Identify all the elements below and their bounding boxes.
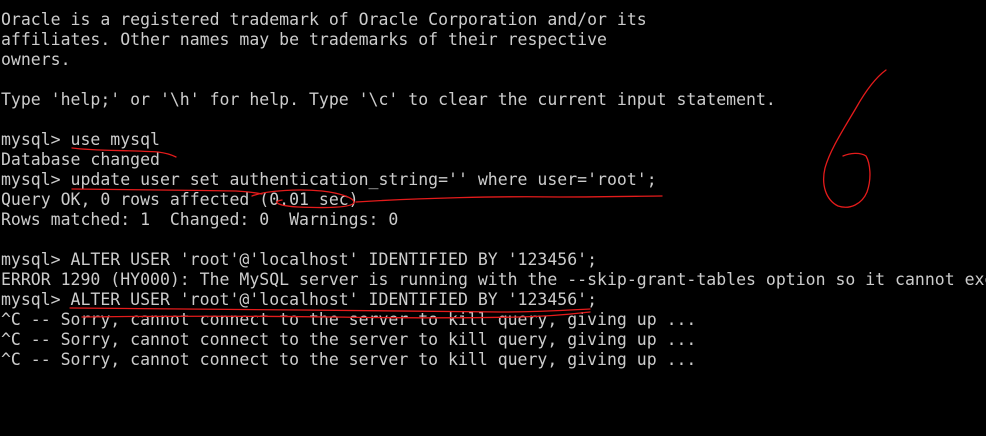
underline-query-ok-tail xyxy=(355,195,663,203)
terminal-line: Type 'help;' or '\h' for help. Type '\c'… xyxy=(1,90,776,109)
terminal-line: Database changed xyxy=(1,150,160,169)
terminal-window[interactable]: Oracle is a registered trademark of Orac… xyxy=(0,0,986,436)
terminal-line: owners. xyxy=(1,50,71,69)
terminal-line: Query OK, 0 rows affected (0.01 sec) xyxy=(1,190,359,209)
terminal-line: Rows matched: 1 Changed: 0 Warnings: 0 xyxy=(1,210,399,229)
terminal-line: Oracle is a registered trademark of Orac… xyxy=(1,10,647,29)
terminal-line: mysql> ALTER USER 'root'@'localhost' IDE… xyxy=(1,290,598,309)
terminal-line: ^C -- Sorry, cannot connect to the serve… xyxy=(1,350,697,369)
terminal-line: ERROR 1290 (HY000): The MySQL server is … xyxy=(1,270,986,289)
terminal-line: mysql> ALTER USER 'root'@'localhost' IDE… xyxy=(1,250,598,269)
terminal-line: affiliates. Other names may be trademark… xyxy=(1,30,607,49)
handwritten-six-icon xyxy=(823,69,887,208)
terminal-line: mysql> use mysql xyxy=(1,130,160,149)
terminal-line: ^C -- Sorry, cannot connect to the serve… xyxy=(1,330,697,349)
terminal-line: mysql> update user set authentication_st… xyxy=(1,170,657,189)
terminal-line: ^C -- Sorry, cannot connect to the serve… xyxy=(1,310,697,329)
